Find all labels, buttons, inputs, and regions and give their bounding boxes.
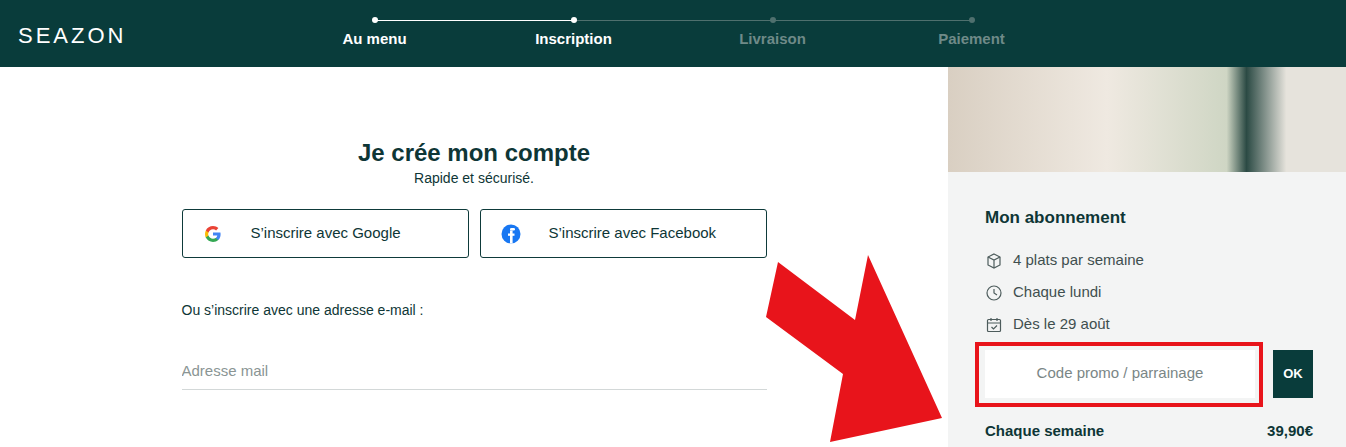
- step-connector: [773, 20, 972, 21]
- progress-steps: Au menuInscriptionLivraisonPaiement: [275, 0, 1071, 67]
- logo[interactable]: SEAZON: [0, 0, 275, 67]
- subscription-detail: 4 plats par semaine: [985, 245, 1313, 277]
- detail-text: Chaque lundi: [1013, 281, 1101, 304]
- step-label: Paiement: [872, 28, 1071, 51]
- subscription-detail: Dès le 29 août: [985, 309, 1313, 341]
- social-buttons: S’inscrire avec Google S’inscrire avec Fa…: [182, 209, 767, 258]
- signup-panel: Je crée mon compte Rapide et sécurisé. S…: [0, 67, 948, 447]
- step-dot: [571, 17, 577, 23]
- signup-subtitle: Rapide et sécurisé.: [182, 168, 767, 188]
- subscription-details: 4 plats par semaine Chaque lundi Dès le 29…: [985, 245, 1313, 341]
- promo-row: OK: [985, 350, 1313, 398]
- email-input[interactable]: [182, 352, 767, 390]
- total-price: 39,90€: [1267, 420, 1313, 443]
- detail-text: 4 plats par semaine: [1013, 249, 1144, 272]
- step-label: Livraison: [673, 28, 872, 51]
- social-button-label: S’inscrire avec Google: [251, 222, 401, 245]
- progress-step[interactable]: Au menu: [275, 0, 474, 67]
- progress-step[interactable]: Livraison: [673, 0, 872, 67]
- step-connector: [375, 20, 574, 21]
- step-dot: [770, 17, 776, 23]
- social-signup-button[interactable]: S’inscrire avec Google: [182, 209, 469, 258]
- box-icon: [985, 252, 1003, 270]
- step-connector: [574, 20, 773, 21]
- progress-step[interactable]: Inscription: [474, 0, 673, 67]
- top-bar: SEAZON Au menuInscriptionLivraisonPaieme…: [0, 0, 1346, 67]
- promo-input[interactable]: [985, 350, 1255, 398]
- subscription-panel: Mon abonnement 4 plats par semaine Chaque…: [948, 67, 1346, 447]
- step-dot: [372, 17, 378, 23]
- facebook-icon: [501, 224, 521, 244]
- email-prompt: Ou s’inscrire avec une adresse e-mail :: [182, 300, 767, 321]
- highlight-box: [975, 342, 1263, 407]
- subscription-detail: Chaque lundi: [985, 277, 1313, 309]
- step-dot: [969, 17, 975, 23]
- food-photo: [948, 67, 1346, 172]
- calendar-icon: [985, 316, 1003, 334]
- total-row: Chaque semaine 39,90€: [985, 420, 1313, 443]
- signup-title: Je crée mon compte: [182, 138, 767, 168]
- pointer-arrow-icon: [750, 250, 950, 447]
- subscription-title: Mon abonnement: [985, 205, 1313, 231]
- total-label: Chaque semaine: [985, 420, 1104, 443]
- clock-icon: [985, 284, 1003, 302]
- step-label: Au menu: [275, 28, 474, 51]
- detail-text: Dès le 29 août: [1013, 313, 1110, 336]
- google-icon: [203, 224, 223, 244]
- step-label: Inscription: [474, 28, 673, 51]
- promo-ok-button[interactable]: OK: [1273, 350, 1313, 398]
- social-button-label: S’inscrire avec Facebook: [549, 222, 717, 245]
- social-signup-button[interactable]: S’inscrire avec Facebook: [480, 209, 767, 258]
- progress-step[interactable]: Paiement: [872, 0, 1071, 67]
